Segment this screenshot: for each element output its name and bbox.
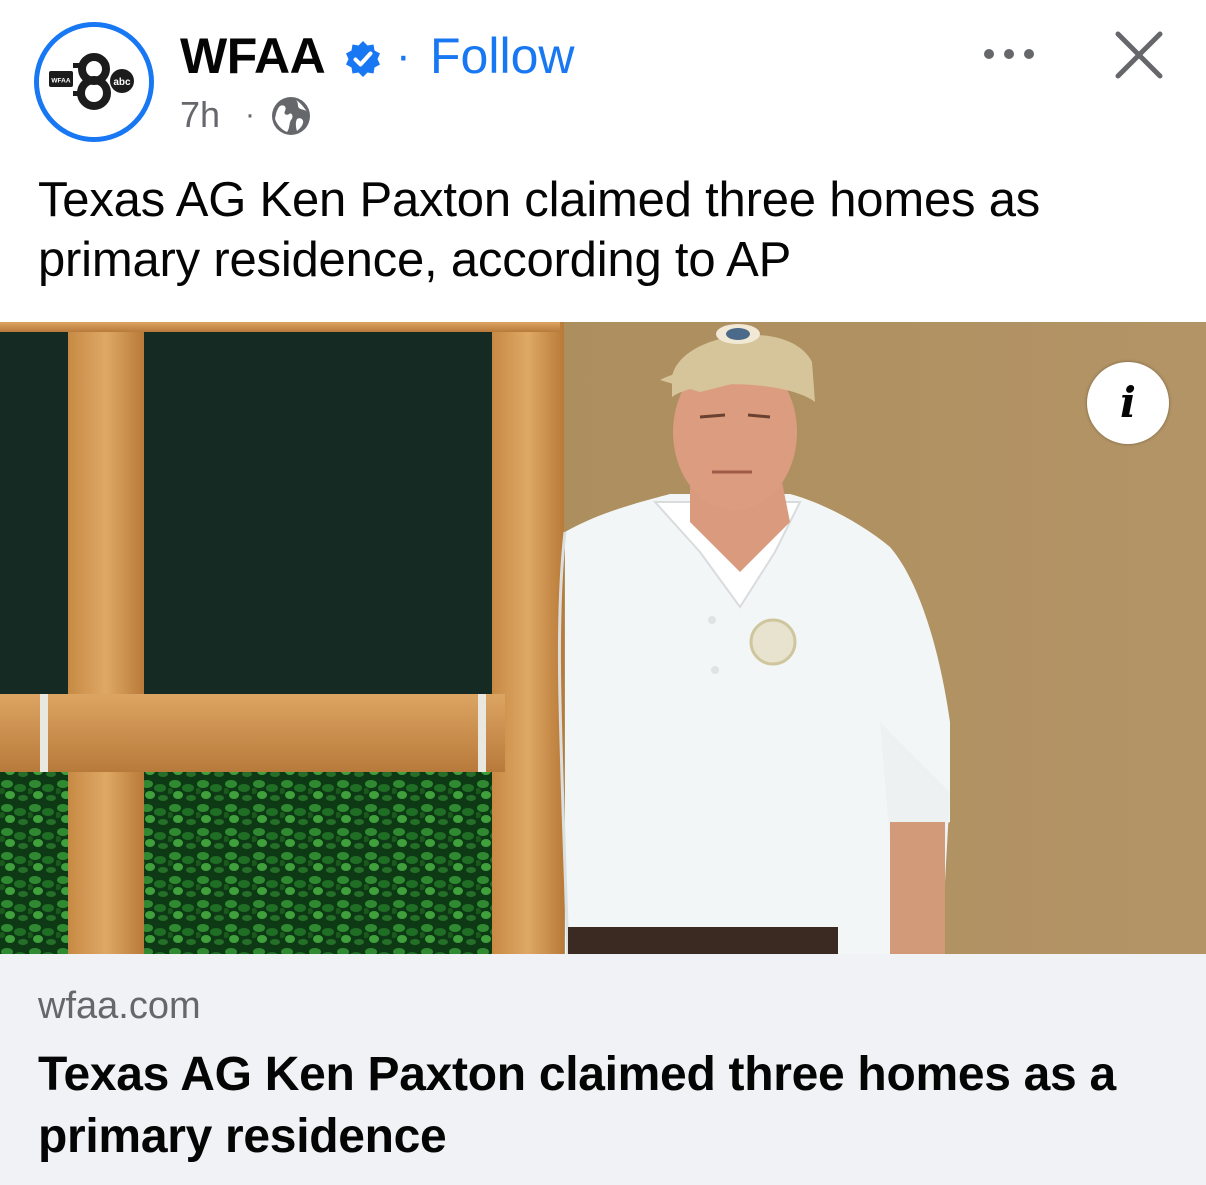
globe-icon [272,97,310,135]
link-domain: wfaa.com [38,985,201,1027]
logo-wfaa-text: WFAA [51,78,70,85]
page-avatar[interactable]: WFAA abc [34,22,154,142]
article-photo [0,322,1206,954]
facebook-post: WFAA abc WFAA · Follow 7h · Texas AG Ken… [0,0,1206,1185]
verified-badge-icon [346,41,380,77]
more-options-icon[interactable] [980,34,1038,74]
follow-button[interactable]: Follow [430,26,574,86]
post-header: WFAA abc WFAA · Follow 7h · [0,0,1206,160]
info-button[interactable]: i [1087,362,1169,444]
post-caption: Texas AG Ken Paxton claimed three homes … [38,173,1041,287]
wfaa-logo: WFAA abc [39,27,149,137]
link-title: Texas AG Ken Paxton claimed three homes … [38,1048,1116,1163]
header-separator: · [396,31,411,80]
link-preview-card[interactable]: wfaa.com Texas AG Ken Paxton claimed thr… [0,954,1206,1185]
link-preview-image[interactable] [0,322,1206,954]
page-name[interactable]: WFAA [180,26,326,86]
post-timestamp[interactable]: 7h [180,92,220,138]
logo-abc-text: abc [113,77,131,88]
close-icon[interactable] [1112,28,1166,82]
timestamp-separator: · [245,98,255,131]
